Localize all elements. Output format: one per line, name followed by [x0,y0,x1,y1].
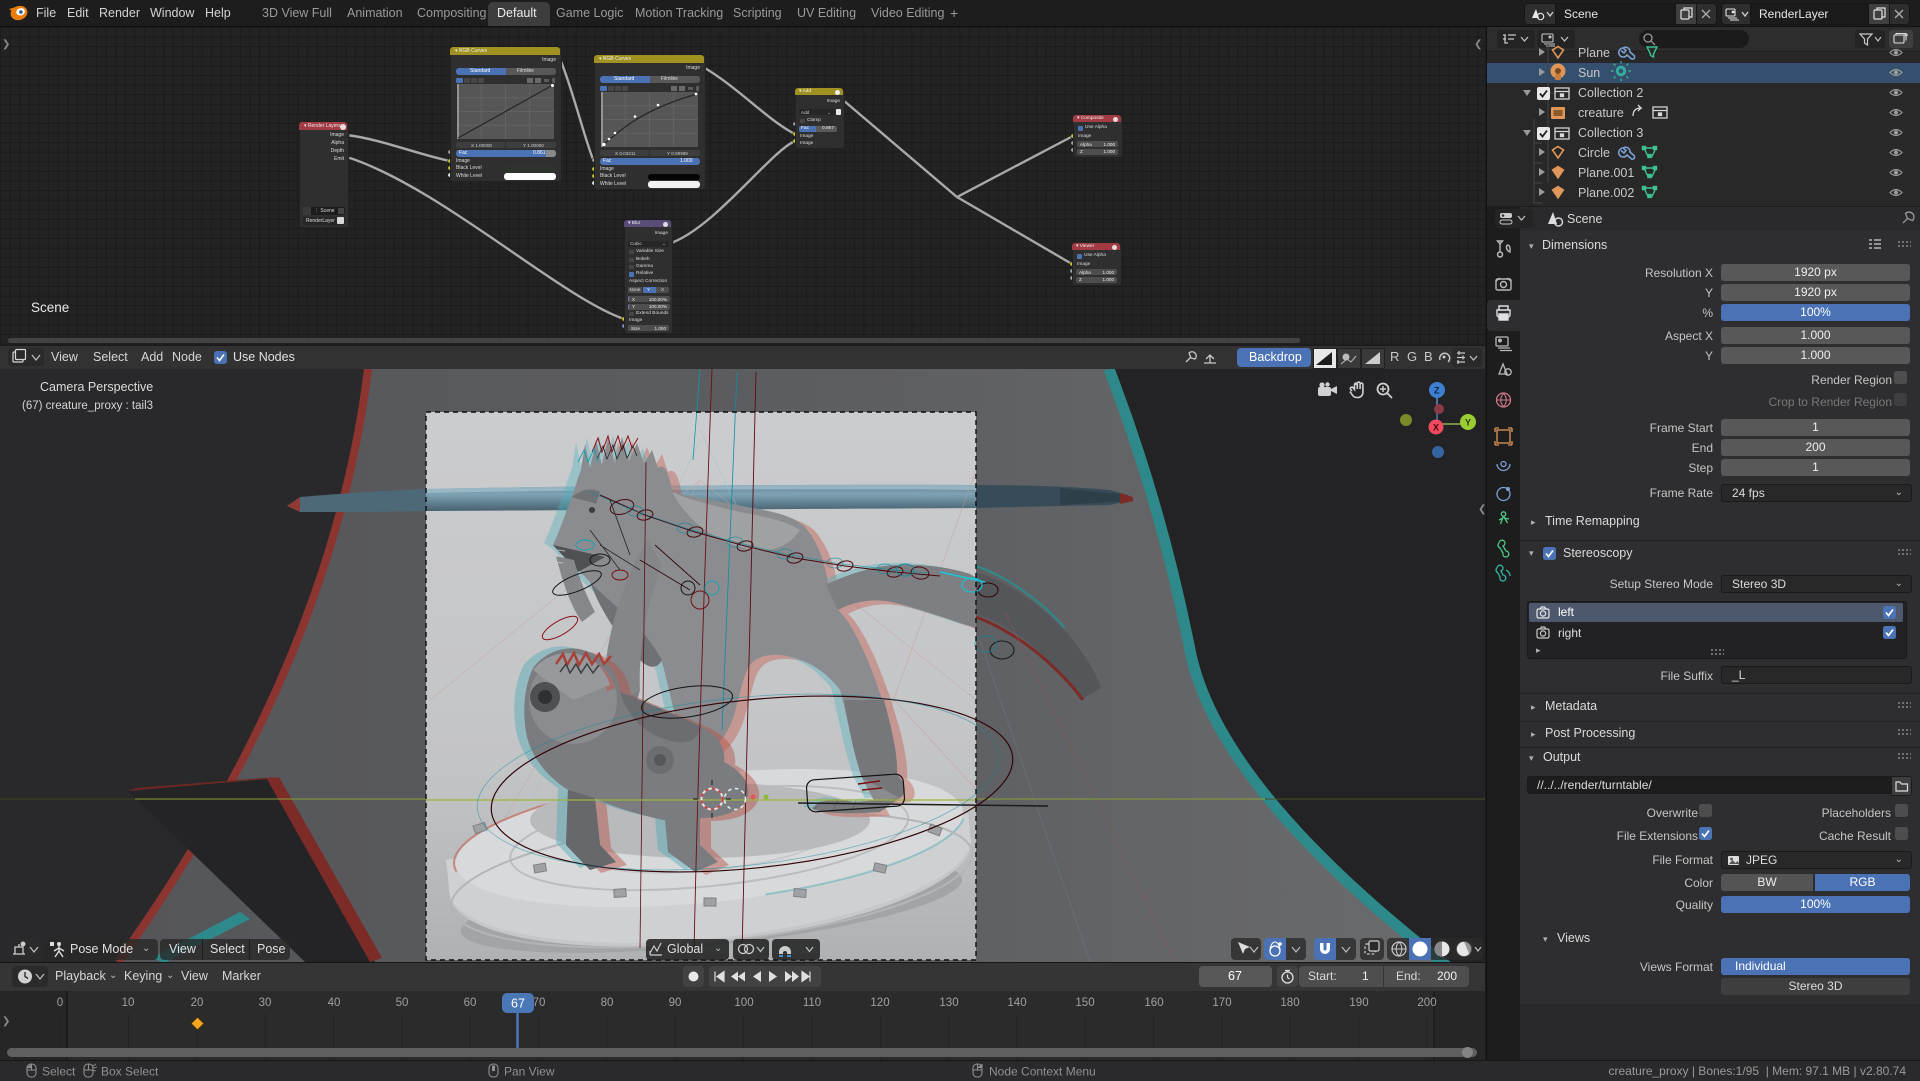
svg-text:10: 10 [122,997,135,1009]
svg-text:Plane.001: Plane.001 [1578,166,1634,180]
svg-text:Collection 3: Collection 3 [1578,126,1643,140]
svg-text:Y: Y [1465,418,1471,428]
svg-text:X: X [1433,423,1439,433]
svg-text:Box Select: Box Select [101,1065,159,1079]
svg-text:150: 150 [1075,997,1094,1009]
svg-text:50: 50 [396,997,409,1009]
svg-text:110: 110 [803,997,821,1009]
svg-text:140: 140 [1007,997,1026,1009]
svg-text:Pan View: Pan View [504,1065,555,1079]
svg-text:180: 180 [1280,997,1299,1009]
svg-text:0: 0 [57,997,63,1009]
svg-text:120: 120 [870,997,889,1009]
svg-text:Sun: Sun [1578,66,1600,80]
svg-text:Plane.002: Plane.002 [1578,186,1634,200]
svg-text:Node Context Menu: Node Context Menu [989,1065,1096,1079]
svg-text:30: 30 [259,997,272,1009]
svg-text:Collection 2: Collection 2 [1578,86,1643,100]
svg-text:160: 160 [1144,997,1163,1009]
svg-text:40: 40 [328,997,341,1009]
svg-text:67: 67 [511,997,525,1011]
svg-text:190: 190 [1349,997,1368,1009]
svg-text:170: 170 [1212,997,1231,1009]
svg-text:90: 90 [669,997,682,1009]
svg-text:Z: Z [1434,386,1440,396]
svg-text:100: 100 [734,997,753,1009]
svg-text:60: 60 [464,997,477,1009]
svg-text:Circle: Circle [1578,146,1610,160]
svg-text:80: 80 [601,997,614,1009]
svg-text:creature: creature [1578,106,1624,120]
svg-text:Select: Select [42,1065,76,1079]
svg-text:Plane: Plane [1578,46,1610,60]
svg-text:130: 130 [939,997,958,1009]
svg-text:20: 20 [191,997,204,1009]
svg-text:200: 200 [1417,997,1436,1009]
svg-text:70: 70 [533,997,546,1009]
